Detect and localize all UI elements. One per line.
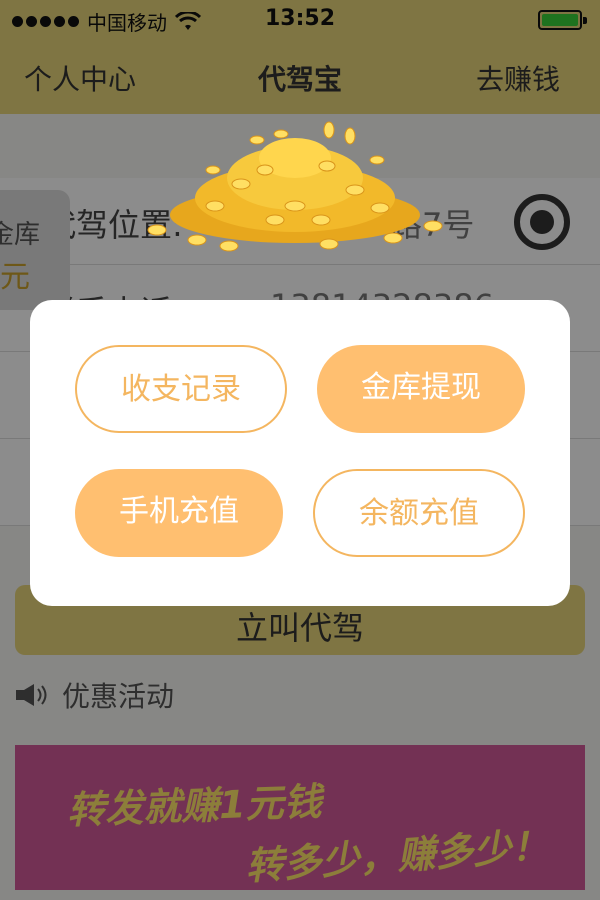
vault-withdraw-button[interactable]: 金库提现 [317, 345, 525, 433]
gold-coins-icon [147, 121, 443, 252]
transaction-history-button[interactable]: 收支记录 [75, 345, 287, 433]
balance-recharge-button[interactable]: 余额充值 [313, 469, 525, 557]
action-modal: 收支记录 金库提现 手机充值 余额充值 [30, 300, 570, 606]
phone-recharge-button[interactable]: 手机充值 [75, 469, 283, 557]
